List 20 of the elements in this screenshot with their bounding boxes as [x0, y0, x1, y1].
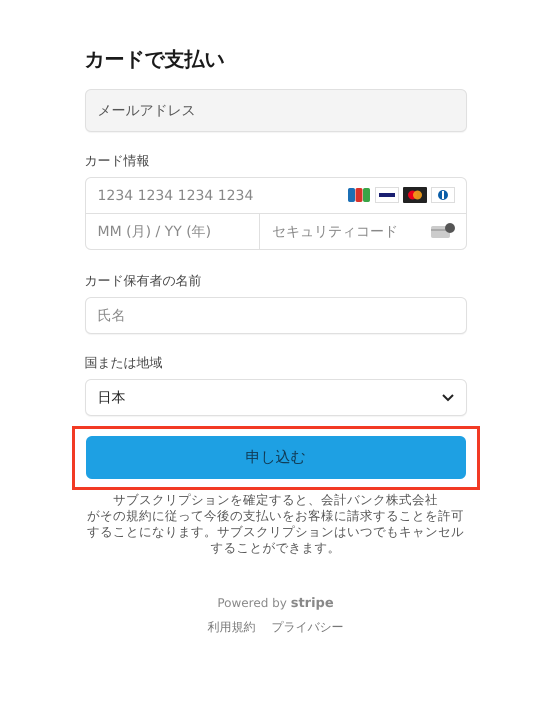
card-brand-icon	[346, 187, 370, 203]
footer-link[interactable]: プライバシー	[272, 619, 344, 636]
cardholder-name-field[interactable]: 氏名	[84, 297, 466, 334]
submit-button[interactable]: 申し込む	[86, 436, 466, 479]
expiry-field[interactable]: MM (月) / YY (年)	[84, 213, 260, 250]
field-label: カード情報	[84, 153, 150, 170]
field-label: カード保有者の名前	[84, 273, 202, 290]
card-brand-icon	[430, 187, 454, 203]
card-brand-icon	[374, 187, 398, 203]
footer-link[interactable]: 利用規約	[208, 619, 256, 636]
powered-by-text: Powered by stripe	[216, 596, 335, 611]
chevron-down-icon	[442, 394, 454, 402]
security-code-field[interactable]: セキュリティコード	[259, 213, 466, 250]
field-label: 国または地域	[84, 355, 164, 372]
page-title: カードで支払い	[84, 46, 226, 73]
email-field[interactable]: メールアドレス	[84, 89, 466, 132]
terms-text: サブスクリプションを確定すると、会計バンク株式会社 がその規約に従って今後の支払いをお客様に請求することを許可 することになります。サブスクリプションはいつでもキャンセル することができます。	[86, 492, 465, 556]
country-select[interactable]: 日本	[84, 379, 466, 416]
security-code-card-icon	[430, 223, 454, 239]
card-brand-icon	[402, 187, 426, 203]
